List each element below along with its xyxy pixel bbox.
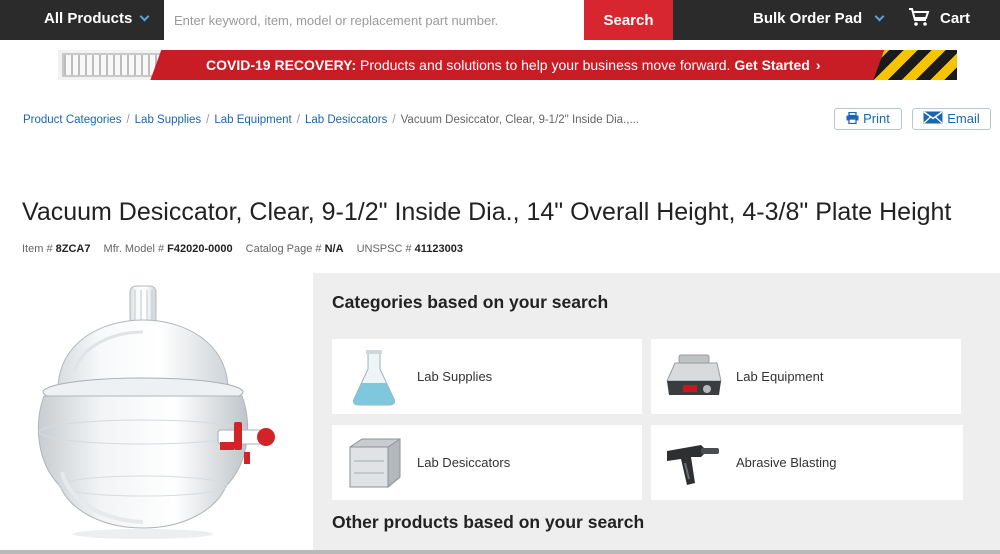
- breadcrumb-separator: /: [392, 114, 396, 126]
- lab-instrument-icon: [666, 354, 722, 395]
- envelope-icon: [923, 111, 943, 124]
- product-meta: Item # 8ZCA7 Mfr. Model # F42020-0000 Ca…: [22, 243, 463, 255]
- chevron-down-icon: [139, 11, 150, 22]
- unspsc-label: UNSPSC #: [356, 243, 412, 255]
- breadcrumb: Product Categories / Lab Supplies / Lab Equi…: [23, 114, 639, 126]
- print-button[interactable]: Print: [834, 108, 902, 130]
- category-label: Lab Equipment: [736, 369, 824, 384]
- other-products-heading: Other products based on your search: [332, 512, 645, 532]
- all-products-label: All Products: [44, 10, 133, 27]
- category-card-lab-equipment[interactable]: Lab Equipment: [651, 339, 961, 414]
- printer-icon: [846, 111, 859, 125]
- category-label: Lab Supplies: [417, 369, 493, 384]
- search-input[interactable]: [164, 0, 584, 40]
- breadcrumb-separator: /: [296, 114, 300, 126]
- cart-label: Cart: [940, 10, 971, 27]
- print-label: Print: [863, 111, 890, 126]
- category-card-lab-desiccators[interactable]: Lab Desiccators: [332, 425, 642, 500]
- category-label: Abrasive Blasting: [736, 455, 837, 470]
- flask-icon: [352, 350, 396, 406]
- breadcrumb-link-lab-equipment[interactable]: Lab Equipment: [214, 114, 291, 126]
- breadcrumb-separator: /: [126, 114, 130, 126]
- banner-text: COVID-19 RECOVERY: Products and solution…: [206, 50, 820, 80]
- catalog-page-label: Catalog Page #: [245, 243, 322, 255]
- desiccator-cabinet-icon: [349, 438, 401, 489]
- breadcrumb-link-product-categories[interactable]: Product Categories: [23, 114, 121, 126]
- item-number: 8ZCA7: [55, 243, 91, 255]
- page-divider: [0, 550, 1000, 554]
- chevron-down-icon: [874, 11, 885, 22]
- blast-gun-icon: [667, 445, 719, 485]
- covid-recovery-banner[interactable]: COVID-19 RECOVERY: Products and solution…: [58, 50, 957, 80]
- categories-heading: Categories based on your search: [332, 292, 609, 312]
- mfr-model-number: F42020-0000: [167, 243, 233, 255]
- banner-cta[interactable]: Get Started: [734, 57, 809, 73]
- breadcrumb-link-lab-desiccators[interactable]: Lab Desiccators: [305, 114, 387, 126]
- cart-icon: [909, 8, 930, 26]
- breadcrumb-link-lab-supplies[interactable]: Lab Supplies: [135, 114, 202, 126]
- item-label: Item #: [22, 243, 53, 255]
- top-nav: All Products Search Bulk Order Pad Cart: [0, 0, 1000, 40]
- chevron-right-icon: ›: [815, 57, 821, 73]
- categories-panel: Categories based on your search Lab Supp…: [313, 273, 1000, 554]
- breadcrumb-separator: /: [206, 114, 210, 126]
- email-label: Email: [947, 111, 980, 126]
- banner-headline: COVID-19 RECOVERY:: [206, 57, 357, 73]
- unspsc-code: 41123003: [414, 243, 464, 255]
- catalog-page-value: N/A: [324, 243, 344, 255]
- all-products-menu[interactable]: All Products: [44, 0, 150, 40]
- category-card-lab-supplies[interactable]: Lab Supplies: [332, 339, 642, 414]
- product-image[interactable]: [22, 272, 312, 550]
- breadcrumb-current: Vacuum Desiccator, Clear, 9-1/2" Inside …: [400, 114, 640, 126]
- bulk-order-pad-menu[interactable]: Bulk Order Pad: [753, 0, 885, 40]
- banner-message: Products and solutions to help your busi…: [360, 57, 731, 73]
- category-label: Lab Desiccators: [417, 455, 511, 470]
- email-button[interactable]: Email: [912, 108, 991, 130]
- bulk-order-pad-label: Bulk Order Pad: [753, 10, 863, 27]
- mfr-model-label: Mfr. Model #: [103, 243, 165, 255]
- product-title: Vacuum Desiccator, Clear, 9-1/2" Inside …: [22, 198, 952, 226]
- category-card-abrasive-blasting[interactable]: Abrasive Blasting: [651, 425, 963, 500]
- cart-link[interactable]: Cart: [908, 0, 970, 40]
- search-button[interactable]: Search: [584, 0, 673, 40]
